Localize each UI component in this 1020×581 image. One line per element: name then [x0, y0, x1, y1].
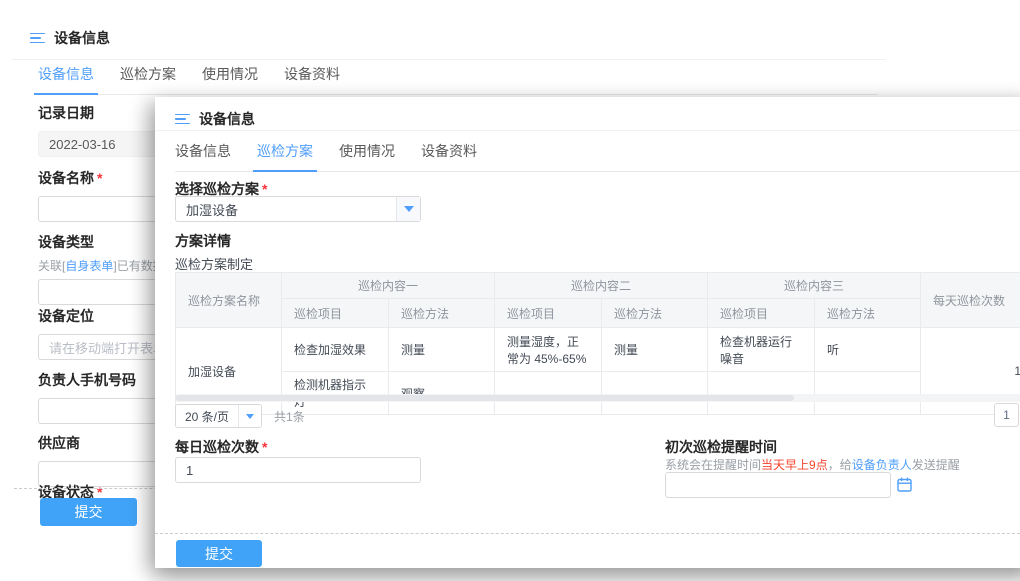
chevron-down-icon: [246, 414, 254, 419]
reminder-time-label: 初次巡检提醒时间: [665, 437, 777, 457]
reminder-time-input[interactable]: [665, 472, 891, 498]
required-asterisk: *: [262, 181, 267, 197]
screen: 设备信息 设备信息 巡检方案 使用情况 设备资料 记录日期 2022-03-16…: [0, 0, 1020, 581]
page-number-button[interactable]: 1: [994, 403, 1019, 427]
required-asterisk: *: [97, 170, 102, 186]
front-window-title: 设备信息: [175, 109, 255, 129]
calendar-icon[interactable]: [896, 476, 913, 493]
self-form-link[interactable]: 自身表单: [65, 259, 113, 273]
reminder-time-highlight: 当天早上9点: [761, 458, 828, 472]
page-size-value: 20 条/页: [176, 405, 238, 427]
back-tab-device-docs[interactable]: 设备资料: [284, 64, 340, 94]
back-submit-button[interactable]: 提交: [40, 498, 137, 526]
cell-c1-method: 观察: [389, 372, 495, 415]
plan-select-value: 加湿设备: [176, 197, 396, 221]
col-group-content-2: 巡检内容二: [495, 273, 708, 299]
back-tab-device-info[interactable]: 设备信息: [38, 64, 94, 94]
front-submit-separator: [155, 533, 1020, 534]
front-tab-inspection-plan[interactable]: 巡检方案: [257, 141, 313, 171]
cell-c3-method: [815, 372, 921, 415]
cell-c2-item: [495, 372, 602, 415]
cell-c3-method: 听: [815, 328, 921, 372]
table-horizontal-scrollbar[interactable]: [175, 394, 1020, 402]
divider: [12, 59, 886, 60]
cell-c2-method: [602, 372, 708, 415]
col-subheader-item: 巡检项目: [495, 299, 602, 328]
back-tab-bar: 设备信息 巡检方案 使用情况 设备资料: [38, 64, 878, 95]
plan-select-dropdown[interactable]: 加湿设备: [175, 196, 421, 222]
front-tab-usage[interactable]: 使用情况: [339, 141, 395, 171]
front-tab-device-docs[interactable]: 设备资料: [421, 141, 477, 171]
device-info-window-front: 设备信息 设备信息 巡检方案 使用情况 设备资料 选择巡检方案* 加湿设备 方案…: [155, 97, 1020, 568]
table-row: 加湿设备 检查加湿效果 测量 测量湿度，正常为 45%-65% 测量 检查机器运…: [176, 328, 1020, 372]
divider: [155, 130, 1020, 131]
pagination: 20 条/页 共1条: [175, 404, 305, 428]
front-tab-device-info[interactable]: 设备信息: [175, 141, 231, 171]
back-window-title-text: 设备信息: [54, 28, 110, 48]
front-window-title-text: 设备信息: [199, 109, 255, 129]
col-subheader-item: 巡检项目: [282, 299, 389, 328]
menu-icon: [175, 114, 190, 125]
front-submit-button[interactable]: 提交: [176, 540, 262, 567]
device-owner-link[interactable]: 设备负责人: [852, 458, 912, 472]
plan-details-heading: 方案详情: [175, 231, 231, 251]
scrollbar-thumb[interactable]: [175, 395, 794, 401]
menu-icon: [30, 33, 45, 44]
dropdown-arrow-box[interactable]: [396, 197, 420, 221]
cell-c3-item: [708, 372, 815, 415]
col-group-content-1: 巡检内容一: [282, 273, 495, 299]
back-tab-inspection-plan[interactable]: 巡检方案: [120, 64, 176, 94]
col-subheader-method: 巡检方法: [602, 299, 708, 328]
col-subheader-method: 巡检方法: [815, 299, 921, 328]
reminder-helper-text: 系统会在提醒时间当天早上9点，给设备负责人发送提醒: [665, 456, 960, 473]
cell-c3-item: 检查机器运行噪音: [708, 328, 815, 372]
plan-table-label: 巡检方案制定: [175, 254, 253, 273]
cell-c1-method: 测量: [389, 328, 495, 372]
pagination-total: 共1条: [274, 408, 305, 425]
col-header-plan-name: 巡检方案名称: [176, 273, 282, 328]
cell-c1-item: 检查加湿效果: [282, 328, 389, 372]
required-asterisk: *: [262, 439, 267, 455]
col-header-daily-count: 每天巡检次数: [921, 273, 1020, 328]
device-name-label: 设备名称: [38, 170, 94, 186]
cell-c2-method: 测量: [602, 328, 708, 372]
plan-select-label: 选择巡检方案: [175, 181, 259, 197]
chevron-down-icon: [404, 206, 414, 212]
daily-count-label: 每日巡检次数: [175, 439, 259, 455]
back-window-title: 设备信息: [30, 28, 110, 48]
col-group-content-3: 巡检内容三: [708, 273, 921, 299]
cell-c2-item: 测量湿度，正常为 45%-65%: [495, 328, 602, 372]
front-tab-bar: 设备信息 巡检方案 使用情况 设备资料: [175, 141, 1020, 172]
col-subheader-method: 巡检方法: [389, 299, 495, 328]
col-subheader-item: 巡检项目: [708, 299, 815, 328]
daily-count-input[interactable]: 1: [175, 457, 421, 483]
back-tab-usage[interactable]: 使用情况: [202, 64, 258, 94]
page-size-select[interactable]: 20 条/页: [175, 404, 262, 428]
dropdown-arrow-box[interactable]: [238, 405, 261, 427]
